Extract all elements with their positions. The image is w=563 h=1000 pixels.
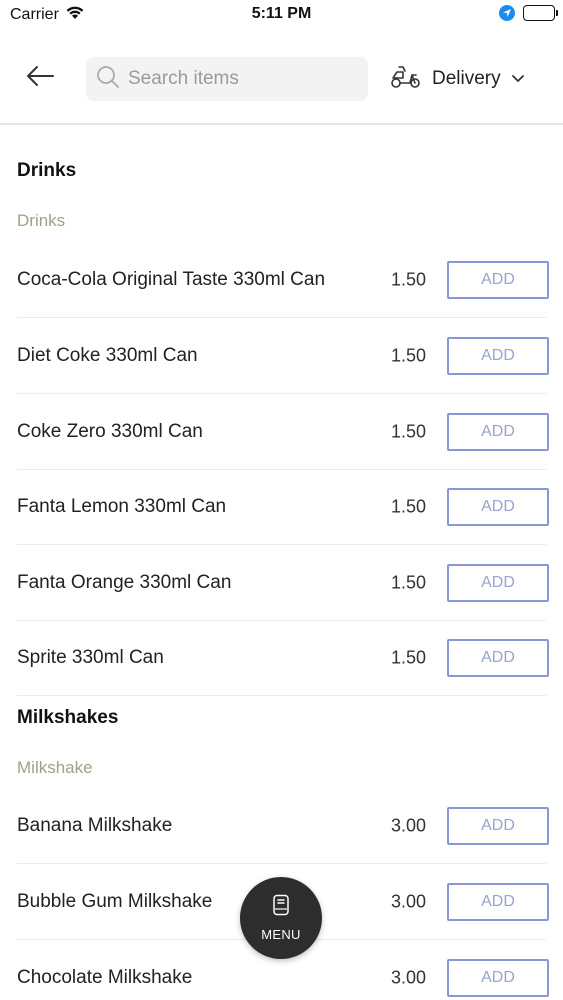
item-price: 3.00 — [390, 815, 426, 836]
item-price: 3.00 — [390, 967, 426, 988]
search-input[interactable] — [128, 68, 368, 90]
section-title-milkshakes: Milkshakes — [17, 707, 119, 728]
battery-icon — [523, 5, 558, 21]
item-price: 1.50 — [390, 647, 426, 668]
add-button[interactable]: ADD — [447, 883, 549, 921]
subsection-title-milkshake: Milkshake — [17, 758, 93, 777]
item-price: 3.00 — [390, 891, 426, 912]
item-name: Sprite 330ml Can — [17, 647, 164, 668]
chevron-down-icon — [511, 70, 525, 88]
back-button[interactable] — [22, 60, 58, 96]
item-name: Diet Coke 330ml Can — [17, 345, 198, 366]
back-arrow-icon — [25, 65, 55, 92]
add-button[interactable]: ADD — [447, 488, 549, 526]
list-item: Diet Coke 330ml Can 1.50 ADD — [0, 318, 563, 394]
search-box[interactable] — [86, 57, 368, 101]
status-right — [499, 5, 558, 21]
item-name: Bubble Gum Milkshake — [17, 891, 213, 912]
delivery-label: Delivery — [432, 68, 501, 89]
item-name: Coca-Cola Original Taste 330ml Can — [17, 269, 326, 290]
status-bar: Carrier 5:11 PM — [0, 0, 563, 30]
subsection-title-drinks: Drinks — [17, 211, 66, 230]
list-item: Coke Zero 330ml Can 1.50 ADD — [0, 394, 563, 470]
item-price: 1.50 — [390, 269, 426, 290]
menu-button[interactable]: MENU — [240, 877, 322, 959]
location-icon — [499, 5, 515, 21]
item-price: 1.50 — [390, 421, 426, 442]
add-button[interactable]: ADD — [447, 807, 549, 845]
section-title-drinks: Drinks — [17, 160, 77, 181]
menu-label: MENU — [261, 927, 301, 942]
add-button[interactable]: ADD — [447, 639, 549, 677]
list-item: Fanta Lemon 330ml Can 1.50 ADD — [0, 469, 563, 545]
add-button[interactable]: ADD — [447, 959, 549, 997]
divider — [17, 695, 546, 696]
list-item: Banana Milkshake 3.00 ADD — [0, 788, 563, 864]
add-button[interactable]: ADD — [447, 261, 549, 299]
add-button[interactable]: ADD — [447, 564, 549, 602]
search-icon — [96, 65, 120, 94]
item-name: Chocolate Milkshake — [17, 967, 193, 988]
list-item: Sprite 330ml Can 1.50 ADD — [0, 620, 563, 696]
item-price: 1.50 — [390, 496, 426, 517]
status-time: 5:11 PM — [251, 5, 312, 22]
menu-book-icon — [272, 894, 290, 921]
item-name: Fanta Orange 330ml Can — [17, 572, 232, 593]
delivery-selector[interactable]: Delivery — [390, 60, 525, 98]
add-button[interactable]: ADD — [447, 413, 549, 451]
list-item: Fanta Orange 330ml Can 1.50 ADD — [0, 545, 563, 621]
item-price: 1.50 — [390, 572, 426, 593]
header: Delivery — [0, 30, 563, 125]
item-name: Banana Milkshake — [17, 815, 173, 836]
item-name: Coke Zero 330ml Can — [17, 421, 203, 442]
list-item: Coca-Cola Original Taste 330ml Can 1.50 … — [0, 242, 563, 318]
add-button[interactable]: ADD — [447, 337, 549, 375]
item-name: Fanta Lemon 330ml Can — [17, 496, 227, 517]
item-price: 1.50 — [390, 345, 426, 366]
scooter-icon — [390, 65, 422, 94]
